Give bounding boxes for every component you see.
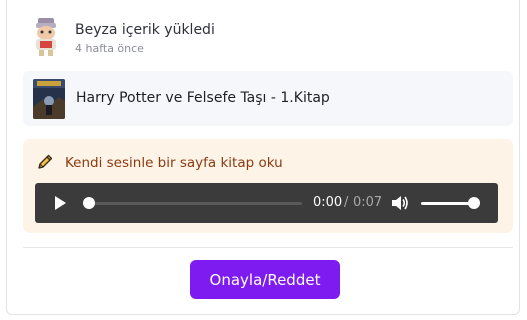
book-cover-image	[33, 79, 65, 119]
activity-user-line: Beyza içerik yükledi	[75, 22, 215, 38]
seek-handle[interactable]	[83, 197, 95, 209]
task-box: Kendi sesinle bir sayfa kitap oku 0:00 /…	[23, 139, 513, 233]
book-item[interactable]: Harry Potter ve Felsefe Taşı - 1.Kitap	[23, 71, 513, 126]
volume-icon	[392, 196, 408, 210]
activity-card: Beyza içerik yükledi 4 hafta önce Harry …	[6, 0, 520, 315]
play-button[interactable]	[52, 195, 68, 211]
pencil-icon	[36, 153, 54, 171]
book-title: Harry Potter ve Felsefe Taşı - 1.Kitap	[76, 90, 330, 106]
play-icon	[55, 196, 66, 210]
volume-button[interactable]	[391, 194, 409, 212]
approve-reject-button[interactable]: Onayla/Reddet	[190, 260, 340, 299]
current-time: 0:00	[313, 195, 343, 210]
activity-header: Beyza içerik yükledi 4 hafta önce	[29, 17, 469, 59]
task-description: Kendi sesinle bir sayfa kitap oku	[65, 155, 283, 171]
volume-handle[interactable]	[468, 197, 480, 209]
time-separator: /	[344, 195, 349, 210]
duration: 0:07	[353, 195, 383, 210]
avatar	[29, 17, 63, 57]
seek-bar[interactable]	[84, 202, 302, 205]
character-avatar-icon	[36, 18, 56, 56]
audio-player: 0:00 / 0:07	[35, 183, 498, 223]
activity-timestamp: 4 hafta önce	[75, 42, 144, 55]
divider	[23, 247, 513, 248]
